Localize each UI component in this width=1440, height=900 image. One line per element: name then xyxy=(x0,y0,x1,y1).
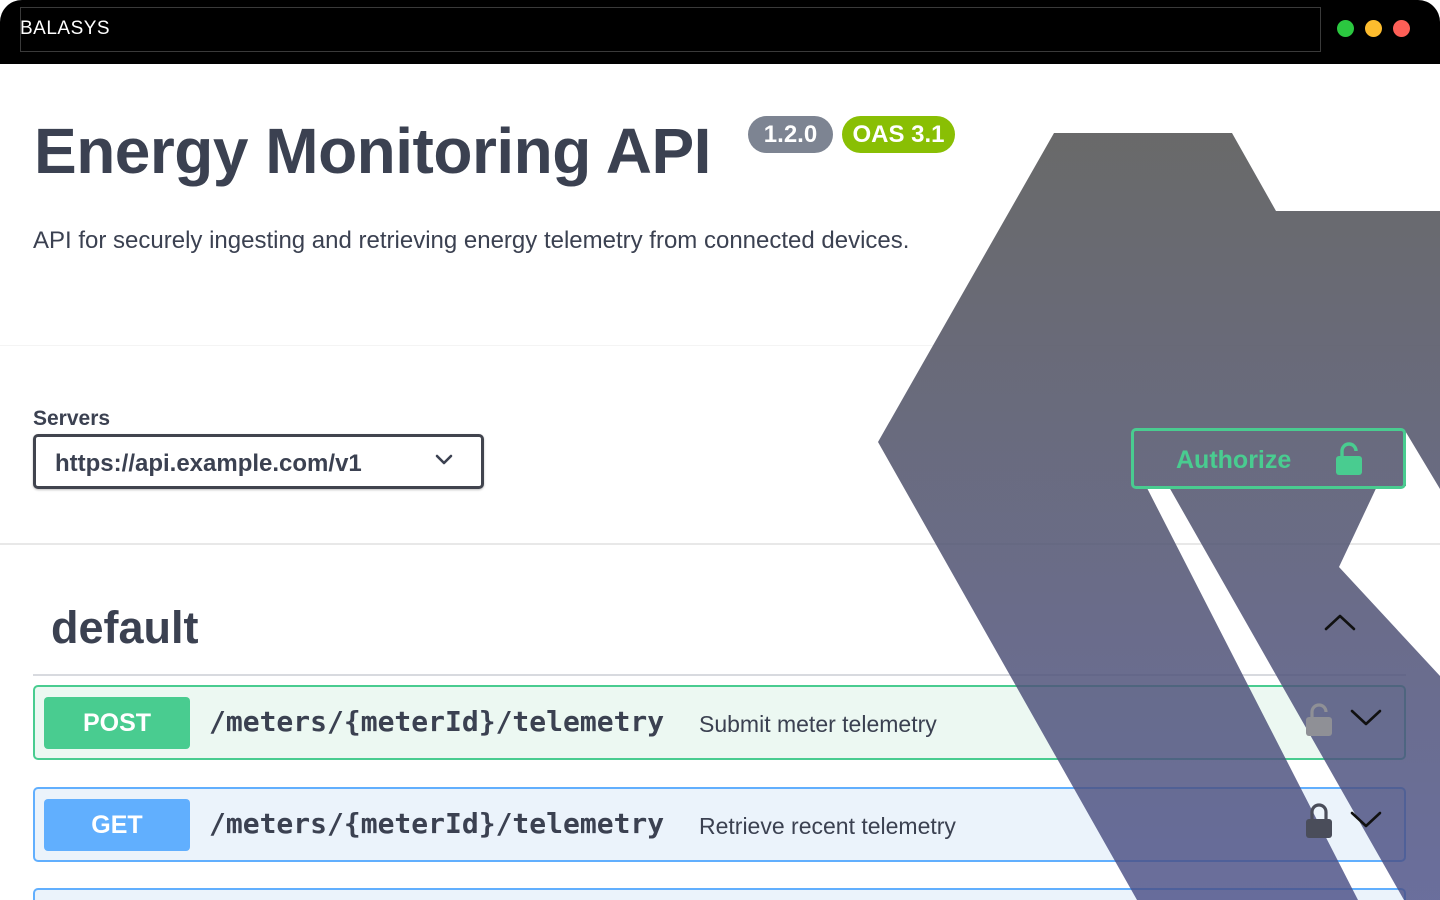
maximize-window-button[interactable] xyxy=(1337,20,1354,37)
chevron-down-icon[interactable] xyxy=(1349,809,1383,831)
version-badge: 1.2.0 xyxy=(748,116,833,153)
unlocked-lock-icon xyxy=(1336,442,1362,475)
authorize-label: Authorize xyxy=(1176,446,1292,474)
authorize-button[interactable]: Authorize xyxy=(1131,428,1406,489)
operation-next-partial[interactable] xyxy=(33,888,1406,900)
operation-summary: Retrieve recent telemetry xyxy=(699,813,956,839)
operation-path: /meters/{meterId}/telemetry xyxy=(209,705,665,738)
server-select[interactable]: https://api.example.com/v1 xyxy=(33,434,484,489)
minimize-window-button[interactable] xyxy=(1365,20,1382,37)
method-badge-get: GET xyxy=(44,799,190,851)
api-description: API for securely ingesting and retrievin… xyxy=(33,227,910,254)
oas-version-badge: OAS 3.1 xyxy=(842,116,955,153)
servers-label: Servers xyxy=(33,407,111,430)
operation-summary: Submit meter telemetry xyxy=(699,711,937,737)
title-bar: BALASYS xyxy=(0,0,1440,64)
app-window: BALASYS Energy Monitoring API 1.2.0 OAS … xyxy=(0,0,1440,900)
section-divider xyxy=(0,543,1440,545)
window-title: BALASYS xyxy=(20,18,111,39)
header-divider xyxy=(0,345,1440,346)
method-badge-post: POST xyxy=(44,697,190,749)
chevron-up-icon[interactable] xyxy=(1323,611,1357,633)
title-field xyxy=(20,7,1321,52)
lock-icon[interactable] xyxy=(1305,701,1333,737)
api-title: Energy Monitoring API xyxy=(34,115,711,187)
chevron-down-icon xyxy=(435,454,453,465)
lock-icon[interactable] xyxy=(1305,803,1333,839)
close-window-button[interactable] xyxy=(1393,20,1410,37)
operation-path: /meters/{meterId}/telemetry xyxy=(209,807,665,840)
tag-title[interactable]: default xyxy=(51,602,199,654)
operation-post-telemetry[interactable]: POST /meters/{meterId}/telemetry Submit … xyxy=(33,685,1406,760)
operation-get-telemetry[interactable]: GET /meters/{meterId}/telemetry Retrieve… xyxy=(33,787,1406,862)
chevron-down-icon[interactable] xyxy=(1349,707,1383,729)
server-selected-value: https://api.example.com/v1 xyxy=(55,450,362,477)
tag-divider xyxy=(33,674,1406,676)
